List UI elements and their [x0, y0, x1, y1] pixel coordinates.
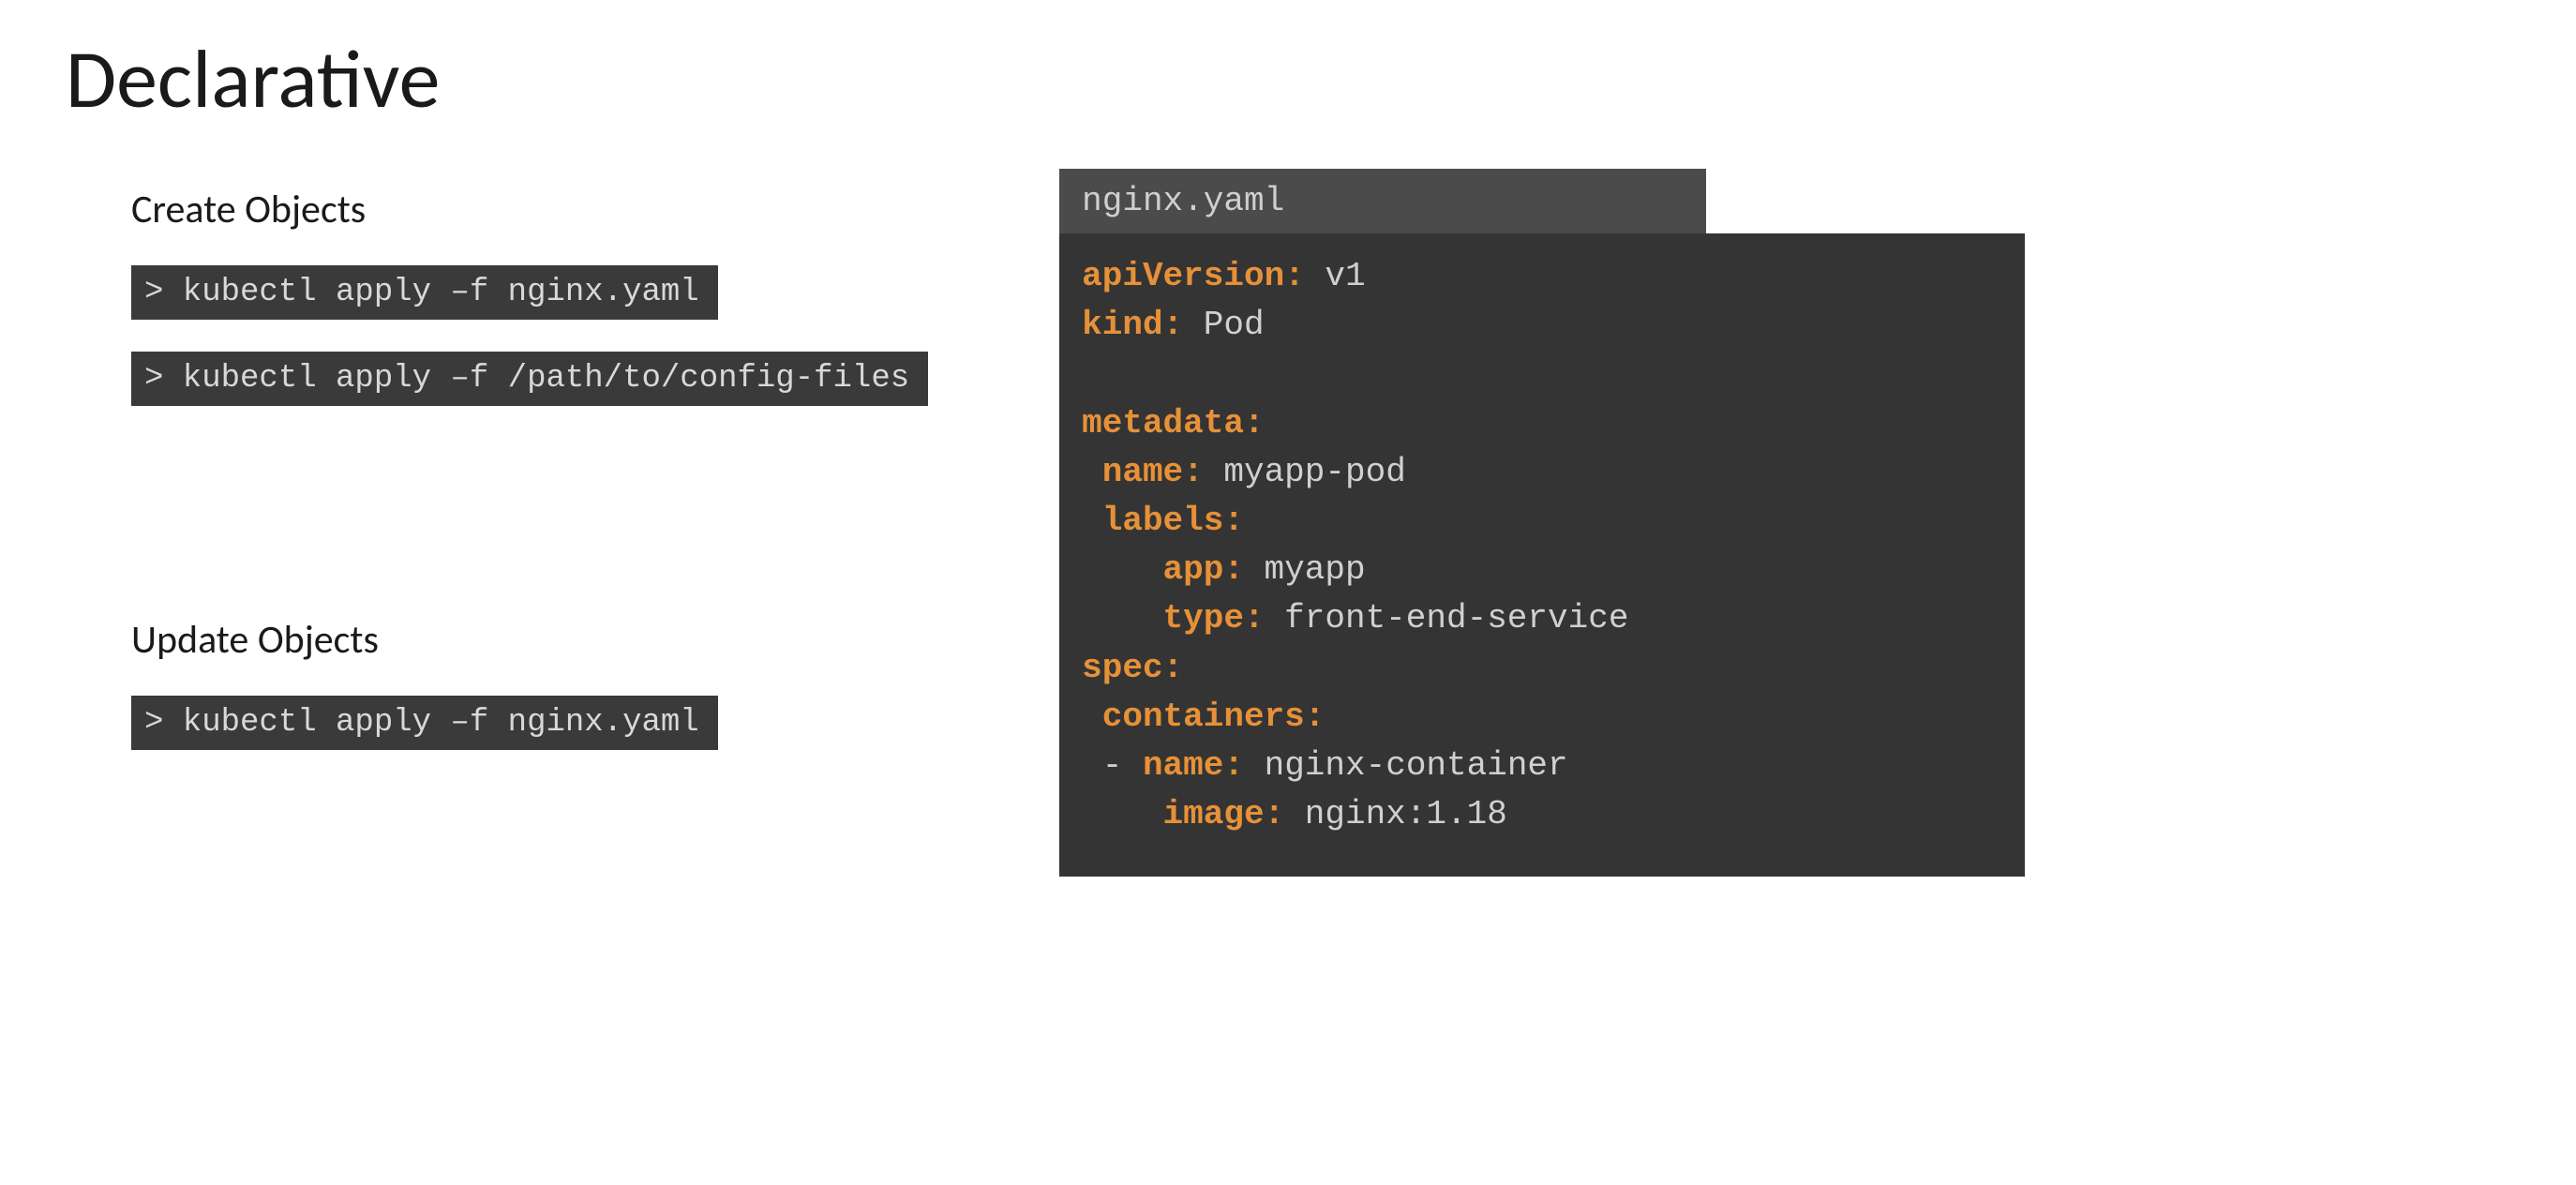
- yaml-val-type: front-end-service: [1265, 599, 1629, 638]
- yaml-key-metadata: metadata:: [1082, 404, 1264, 442]
- yaml-key-type: type:: [1163, 599, 1265, 638]
- yaml-val-apiversion: v1: [1305, 257, 1366, 295]
- yaml-key-image: image:: [1163, 795, 1285, 833]
- yaml-filename-tab: nginx.yaml: [1059, 169, 1706, 233]
- yaml-body: apiVersion: v1 kind: Pod metadata: name:…: [1059, 233, 2025, 877]
- content-row: Create Objects > kubectl apply –f nginx.…: [56, 186, 2520, 877]
- yaml-key-name: name:: [1102, 453, 1204, 491]
- yaml-val-kind: Pod: [1183, 306, 1264, 344]
- yaml-val-image: nginx:1.18: [1284, 795, 1507, 833]
- yaml-key-app: app:: [1163, 550, 1244, 589]
- yaml-key-spec: spec:: [1082, 649, 1183, 687]
- update-objects-heading: Update Objects: [131, 616, 928, 664]
- yaml-key-kind: kind:: [1082, 306, 1183, 344]
- create-cmd-1: > kubectl apply –f nginx.yaml: [131, 265, 718, 320]
- create-cmd-2: > kubectl apply –f /path/to/config-files: [131, 352, 928, 406]
- yaml-key-labels: labels:: [1102, 502, 1244, 540]
- slide-title: Declarative: [66, 28, 2520, 129]
- yaml-key-cname: name:: [1143, 746, 1244, 785]
- yaml-key-containers: containers:: [1102, 698, 1325, 736]
- yaml-val-app: myapp: [1244, 550, 1366, 589]
- left-column: Create Objects > kubectl apply –f nginx.…: [56, 186, 928, 782]
- yaml-dash: -: [1102, 746, 1143, 785]
- yaml-val-name: myapp-pod: [1204, 453, 1406, 491]
- yaml-key-apiversion: apiVersion:: [1082, 257, 1305, 295]
- update-cmd-1: > kubectl apply –f nginx.yaml: [131, 696, 718, 750]
- update-objects-section: Update Objects > kubectl apply –f nginx.…: [131, 616, 928, 782]
- yaml-panel: nginx.yaml apiVersion: v1 kind: Pod meta…: [1059, 169, 2025, 877]
- yaml-val-cname: nginx-container: [1244, 746, 1568, 785]
- create-objects-section: Create Objects > kubectl apply –f nginx.…: [131, 186, 928, 438]
- create-objects-heading: Create Objects: [131, 186, 928, 233]
